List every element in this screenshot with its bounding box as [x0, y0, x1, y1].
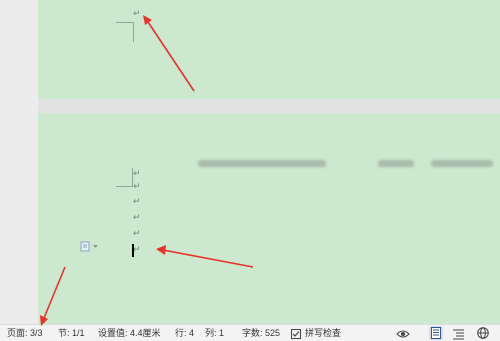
paragraph-mark: ↵	[133, 169, 141, 179]
spell-check-label: 拼写检查	[305, 328, 342, 338]
current-page[interactable]: ↵ ↵ ↵ ↵ ↵ ↵	[38, 113, 500, 324]
previous-page[interactable]: ↵	[38, 0, 500, 99]
column-indicator[interactable]: 列: 1	[205, 325, 224, 341]
margin-corner-mark	[133, 22, 134, 42]
word-count[interactable]: 字数: 525	[242, 325, 280, 341]
page-view-icon	[431, 327, 441, 339]
paste-options-icon	[80, 241, 90, 252]
paragraph-mark: ↵	[133, 213, 141, 223]
page-indicator[interactable]: 页面: 3/3	[7, 325, 43, 341]
checkbox-check-icon	[291, 329, 301, 339]
globe-icon[interactable]	[477, 327, 489, 339]
paste-options-button[interactable]	[80, 241, 98, 252]
row-indicator[interactable]: 行: 4	[175, 325, 194, 341]
eye-icon[interactable]	[396, 328, 410, 340]
header-text-blurred	[198, 160, 326, 167]
position-indicator[interactable]: 设置值: 4.4厘米	[98, 325, 161, 341]
text-cursor	[132, 244, 134, 257]
outline-view-icon[interactable]	[453, 328, 464, 340]
page-view-button[interactable]	[429, 326, 443, 340]
header-title-blurred	[378, 160, 414, 167]
paragraph-mark: ↵	[133, 9, 141, 19]
paragraph-mark: ↵	[133, 245, 141, 255]
header-number-blurred	[431, 160, 493, 167]
paragraph-mark: ↵	[133, 229, 141, 239]
chevron-down-icon	[93, 244, 98, 248]
section-indicator[interactable]: 节: 1/1	[58, 325, 85, 341]
paragraph-mark: ↵	[133, 197, 141, 207]
page-gap	[38, 99, 500, 113]
margin-corner-mark-h	[116, 22, 133, 23]
left-gutter	[0, 0, 38, 324]
status-bar: 页面: 3/3 节: 1/1 设置值: 4.4厘米 行: 4 列: 1 字数: …	[0, 324, 500, 341]
paragraph-mark: ↵	[133, 182, 141, 192]
margin-corner-mark-h	[116, 186, 133, 187]
